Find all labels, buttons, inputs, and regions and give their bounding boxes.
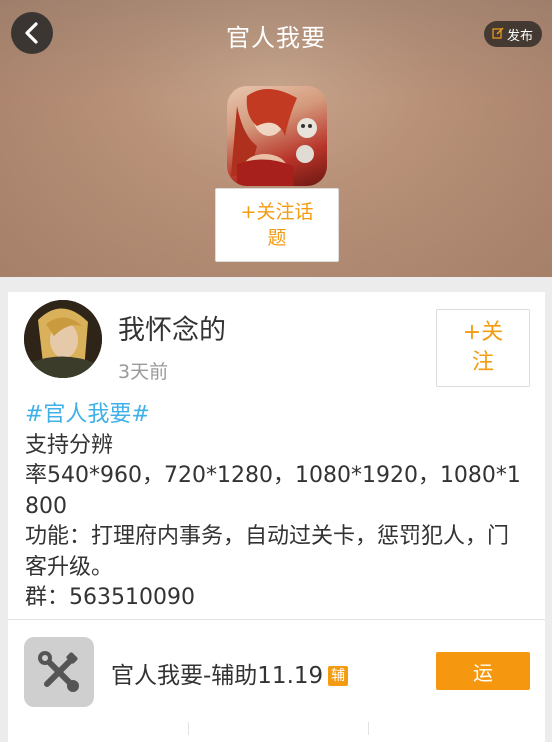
post-line: 功能：打理府内事务，自动过关卡，惩罚犯人，门客升级。: [25, 524, 510, 580]
post-line: 支持分辨: [25, 432, 114, 458]
post-line: 率540*960，720*1280，1080*1920，1080*1800: [25, 463, 521, 519]
bottom-action-bar: [8, 722, 545, 735]
divider: [8, 619, 545, 620]
attachment-title: 官人我要-辅助11.19: [111, 663, 324, 689]
divider: [368, 722, 369, 735]
topic-app-icon: [227, 86, 327, 186]
post-card: 我怀念的 3天前 +关注 #官人我要# 支持分辨 率540*960，720*12…: [8, 292, 545, 742]
author-name[interactable]: 我怀念的: [118, 308, 226, 347]
tools-icon: [24, 637, 94, 707]
topic-hashtag-link[interactable]: #官人我要#: [25, 400, 530, 431]
follow-user-button[interactable]: +关注: [436, 309, 530, 387]
assist-badge: 辅: [328, 666, 349, 686]
divider: [188, 722, 189, 735]
edit-icon: [492, 27, 504, 42]
post-time: 3天前: [118, 361, 169, 383]
publish-button[interactable]: 发布: [483, 21, 542, 47]
attachment-name[interactable]: 官人我要-辅助11.19 辅: [111, 656, 349, 690]
post-content: #官人我要# 支持分辨 率540*960，720*1280，1080*1920，…: [25, 400, 530, 614]
post-line: 群：563510090: [25, 585, 195, 610]
run-button[interactable]: 运: [436, 652, 530, 690]
page-title: 官人我要: [226, 24, 326, 52]
follow-topic-button[interactable]: +关注话题: [215, 188, 339, 262]
avatar[interactable]: [24, 300, 102, 378]
publish-label: 发布: [506, 28, 533, 44]
